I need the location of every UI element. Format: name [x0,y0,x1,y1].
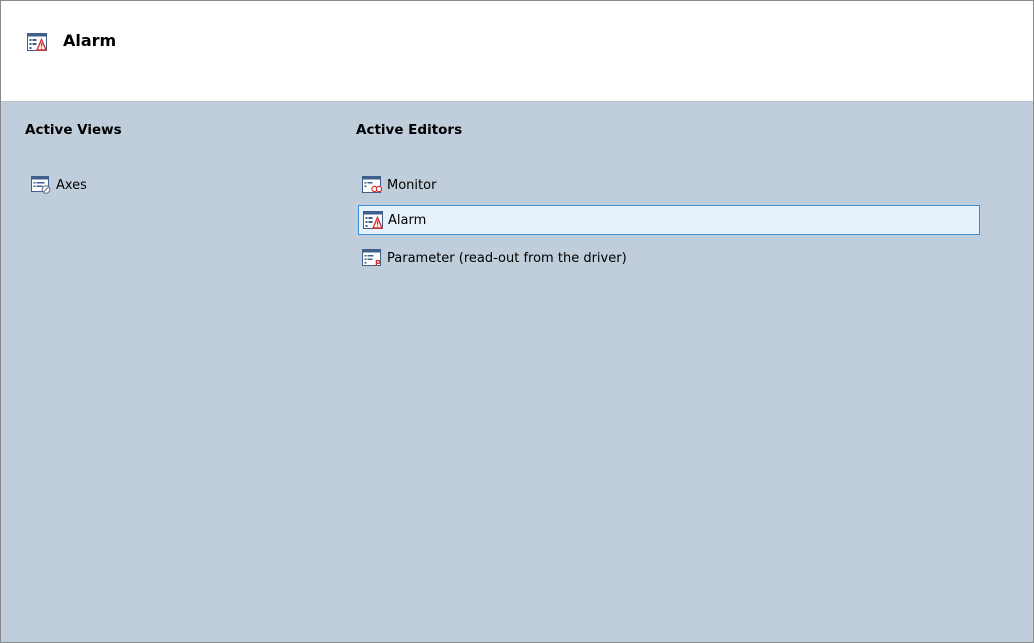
view-item-axes[interactable]: Axes [31,173,87,197]
active-editors-heading: Active Editors [356,122,463,138]
view-item-label: Axes [56,177,87,193]
panel-header: Alarm [1,1,1033,102]
editor-item-parameter[interactable]: P Parameter (read-out from the driver) [362,246,627,270]
alarm-editor-icon [27,33,47,51]
page-title: Alarm [63,31,117,50]
switch-panel: Alarm Active Views Active Editors Axes M… [0,0,1034,643]
parameter-editor-icon: P [362,249,381,267]
editor-item-monitor[interactable]: Monitor [362,173,436,197]
svg-text:P: P [375,259,381,267]
monitor-editor-icon [362,176,382,193]
editor-item-label: Monitor [387,177,437,193]
editor-item-label: Parameter (read-out from the driver) [387,250,627,266]
alarm-editor-icon [363,211,383,229]
editor-item-alarm[interactable]: Alarm [358,205,980,235]
axes-view-icon [31,176,51,194]
active-views-heading: Active Views [25,122,122,138]
editor-item-label: Alarm [388,212,427,228]
